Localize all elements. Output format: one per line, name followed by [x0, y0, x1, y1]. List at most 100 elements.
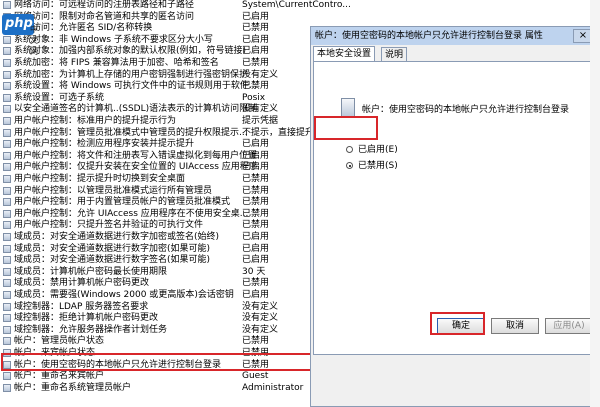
policy-item-icon — [3, 117, 11, 125]
security-setting: 提示凭据 — [242, 116, 279, 126]
policy-item-icon — [3, 325, 11, 334]
policy-item-icon — [3, 151, 11, 160]
policy-label: 用户帐户控制：用于内置管理员帐户的管理员批准模式 — [14, 197, 231, 208]
policy-item-icon — [3, 70, 11, 79]
policy-item-icon — [3, 198, 11, 207]
security-setting: 已启用 — [242, 232, 270, 242]
security-setting: 已禁用 — [242, 81, 270, 92]
policy-label: 系统对象：加强内部系统对象的默认权限(例如，符号链接) — [14, 46, 247, 57]
policy-item-icon — [3, 221, 11, 230]
policy-item-icon — [3, 47, 11, 56]
php-watermark: php 中文网 — [0, 14, 38, 56]
scrollbar[interactable] — [590, 0, 600, 407]
security-setting: 已启用 — [242, 255, 270, 266]
policy-label: 以安全通道签名的计算机..(SSDL)语法表示的计算机访问限制 — [14, 104, 258, 115]
tab-local-security-setting[interactable]: 本地安全设置 — [313, 46, 376, 62]
policy-item-icon — [3, 256, 11, 265]
radio-icon — [346, 146, 353, 153]
policy-item-icon — [3, 93, 11, 102]
disabled-radio[interactable]: 已禁用(S) — [346, 159, 546, 173]
security-setting: 已禁用 — [242, 197, 270, 208]
security-setting: 30 天 — [242, 266, 266, 277]
enabled-radio[interactable]: 已启用(E) — [346, 143, 546, 157]
security-setting: 已禁用 — [242, 185, 270, 196]
policy-label: 域成员：禁用计算机帐户密码更改 — [14, 278, 150, 289]
php-site-text: 中文网 — [30, 25, 38, 56]
policy-label: 用户帐户控制：检测应用程序安装并提示提升 — [14, 139, 195, 150]
security-setting: 没有定义 — [242, 301, 279, 312]
settings-panel: 帐户：使用空密码的本地帐户只允许进行控制台登录 已启用(E) 已禁用(S) — [313, 61, 597, 355]
security-setting: 已启用 — [242, 11, 270, 22]
security-setting: Guest — [242, 371, 269, 382]
security-setting: 没有定义 — [242, 69, 279, 80]
policy-label: 系统对象：非 Windows 子系统不要求区分大小写 — [14, 34, 213, 45]
apply-button[interactable]: 应用(A) — [545, 318, 593, 334]
policy-label: 用户帐户控制：仅提升安装在安全位置的 UIAccess 应用程序 — [14, 162, 258, 173]
security-setting: 已启用 — [242, 162, 270, 173]
policy-label: 用户帐户控制：管理员批准模式中管理员的提升权限提示... — [14, 127, 248, 138]
security-setting: 没有定义 — [242, 324, 279, 335]
policy-label: 用户帐户控制：只提升签名并验证的可执行文件 — [14, 220, 204, 231]
security-setting: 已禁用 — [242, 174, 270, 184]
security-setting: 已启用 — [242, 243, 270, 254]
policy-label: 域成员：计算机帐户密码最长使用期限 — [14, 266, 168, 277]
policy-icon — [341, 98, 355, 118]
security-setting: 已禁用 — [242, 336, 270, 347]
policy-label: 域控制器：拒绝计算机帐户密码更改 — [14, 313, 159, 324]
security-setting: 已禁用 — [242, 23, 270, 34]
highlight-row-box — [1, 353, 323, 371]
policy-item-icon — [3, 291, 11, 299]
policy-item-icon — [3, 302, 11, 311]
policy-item-icon — [3, 383, 11, 392]
policy-item-icon — [3, 186, 11, 195]
policy-label: 域成员：需要强(Windows 2000 或更高版本)会话密钥 — [14, 290, 234, 300]
policy-item-icon — [3, 1, 11, 9]
policy-item-icon — [3, 175, 11, 183]
tab-explain[interactable]: 说明 — [381, 47, 408, 62]
policy-label: 域控制器：允许服务器操作者计划任务 — [14, 324, 168, 335]
security-setting: System\CurrentContro... — [242, 0, 351, 10]
policy-item-icon — [3, 35, 11, 44]
security-setting: 已启用 — [242, 290, 270, 300]
security-setting: 已禁用 — [242, 278, 270, 289]
policy-label: 帐户：重命名系统管理员帐户 — [14, 382, 132, 393]
policy-item-icon — [3, 128, 11, 137]
dialog-title: 帐户：使用空密码的本地帐户只允许进行控制台登录 属性 — [311, 27, 599, 45]
policy-item-icon — [3, 267, 11, 276]
policy-label: 用户帐户控制：将文件和注册表写入错误虚拟化到每用户位置 — [14, 150, 258, 161]
security-setting: 已启用 — [242, 34, 270, 45]
policy-label: 帐户：管理员帐户状态 — [14, 336, 105, 347]
security-setting: Posix — [242, 92, 266, 103]
policy-item-icon — [3, 372, 11, 381]
policy-item-icon — [3, 337, 11, 346]
policy-name: 帐户：使用空密码的本地帐户只允许进行控制台登录 — [362, 105, 570, 115]
security-setting: Administrator — [242, 382, 304, 393]
policy-label: 帐户：重命名来宾帐户 — [14, 371, 105, 382]
enabled-radio-label: 已启用(E) — [358, 145, 398, 155]
policy-item-icon — [3, 105, 11, 114]
policy-label: 系统加密：将 FIPS 兼容算法用于加密、哈希和签名 — [14, 58, 219, 68]
policy-label: 域成员：对安全通道数据进行数字加密(如果可能) — [14, 243, 211, 254]
policy-label: 域控制器：LDAP 服务器签名要求 — [14, 301, 149, 312]
policy-item-icon — [3, 59, 11, 67]
security-setting: 没有定义 — [242, 313, 279, 324]
security-setting: 已启用 — [242, 46, 270, 57]
cancel-button[interactable]: 取消 — [491, 318, 539, 334]
policy-label: 系统设置：将 Windows 可执行文件中的证书规则用于软件... — [14, 81, 258, 92]
disabled-radio-label: 已禁用(S) — [358, 161, 398, 171]
security-setting: 已禁用 — [242, 58, 270, 68]
radio-selected-icon — [346, 162, 353, 169]
policy-item-icon — [3, 314, 11, 323]
policy-label: 用户帐户控制：允许 UIAccess 应用程序在不使用安全桌... — [14, 208, 249, 219]
policy-item-icon — [3, 209, 11, 218]
security-setting: 已启用 — [242, 150, 270, 161]
highlight-ok-box — [430, 312, 485, 335]
security-setting: 没有定义 — [242, 104, 279, 115]
policy-item-icon — [3, 140, 11, 149]
policy-item-icon — [3, 163, 11, 172]
policy-label: 用户帐户控制：以管理员批准模式运行所有管理员 — [14, 185, 213, 196]
policy-label: 网络访问：可远程访问的注册表路径和子路径 — [14, 0, 195, 10]
policy-label: 系统设置：可选子系统 — [14, 92, 105, 103]
policy-label: 用户帐户控制：标准用户的提升提示行为 — [14, 116, 177, 126]
policy-item-icon — [3, 244, 11, 253]
